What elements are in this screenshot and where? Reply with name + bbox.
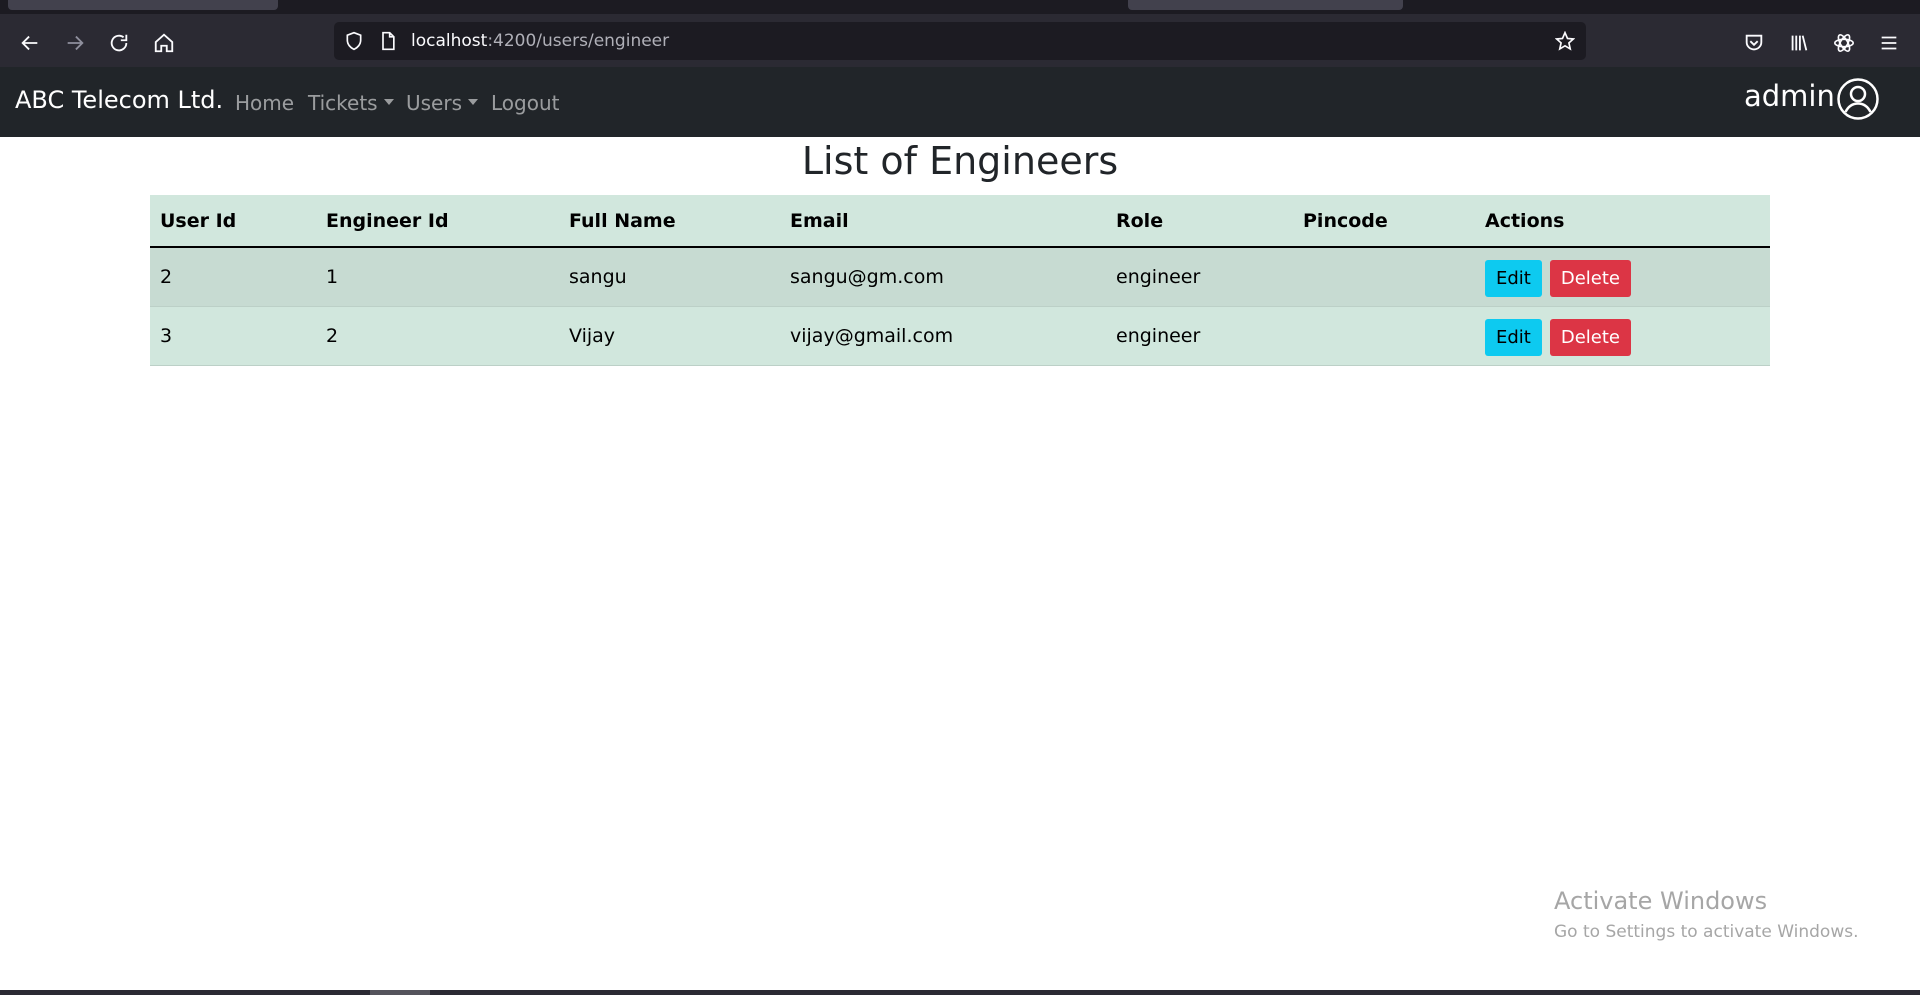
scrollbar-thumb[interactable]	[370, 990, 430, 995]
edit-button[interactable]: Edit	[1485, 260, 1542, 298]
cell-actions: Edit Delete	[1475, 247, 1770, 306]
column-header-pincode: Pincode	[1293, 195, 1475, 248]
horizontal-scrollbar[interactable]	[0, 990, 1920, 995]
cell-user-id: 2	[160, 265, 173, 288]
browser-tab[interactable]	[1128, 0, 1403, 10]
table-row: 2 1 sangu sangu@gm.com engineer Edit Dele…	[150, 247, 1770, 306]
activate-windows-subtitle: Go to Settings to activate Windows.	[1554, 922, 1859, 942]
library-icon[interactable]	[1784, 28, 1814, 58]
chevron-down-icon	[383, 98, 394, 105]
forward-icon[interactable]	[60, 28, 90, 58]
browser-toolbar: localhost:4200/users/engineer	[0, 14, 1920, 67]
column-header-user-id: User Id	[150, 195, 316, 248]
nav-home-link[interactable]: Home	[235, 91, 294, 115]
url-bar[interactable]: localhost:4200/users/engineer	[334, 22, 1586, 60]
cell-full-name: Vijay	[569, 324, 616, 347]
extension-icon[interactable]	[1829, 28, 1859, 58]
shield-icon[interactable]	[344, 31, 364, 51]
browser-tab-strip	[0, 0, 1920, 14]
column-header-full-name: Full Name	[559, 195, 780, 248]
reload-icon[interactable]	[104, 28, 134, 58]
url-text[interactable]: localhost:4200/users/engineer	[411, 31, 669, 51]
cell-engineer-id: 2	[326, 324, 339, 347]
cell-actions: Edit Delete	[1475, 306, 1770, 365]
cell-email: vijay@gmail.com	[790, 324, 954, 347]
menu-icon[interactable]	[1874, 28, 1904, 58]
cell-pincode	[1293, 247, 1475, 306]
user-avatar-icon[interactable]	[1836, 77, 1880, 121]
cell-role: engineer	[1116, 265, 1201, 288]
browser-tab[interactable]	[8, 0, 278, 10]
activate-windows-title: Activate Windows	[1554, 887, 1768, 915]
nav-users-dropdown[interactable]: Users	[406, 91, 479, 115]
pocket-icon[interactable]	[1739, 28, 1769, 58]
engineers-table: User Id Engineer Id Full Name Email Role…	[150, 195, 1770, 366]
nav-tickets-dropdown[interactable]: Tickets	[308, 91, 394, 115]
app-navbar: ABC Telecom Ltd. Home Tickets Users Logo…	[0, 67, 1920, 137]
home-icon[interactable]	[149, 28, 179, 58]
cell-full-name: sangu	[569, 265, 627, 288]
cell-pincode	[1293, 306, 1475, 365]
column-header-engineer-id: Engineer Id	[316, 195, 559, 248]
cell-engineer-id: 1	[326, 265, 339, 288]
url-path: :4200/users/engineer	[487, 31, 670, 51]
back-icon[interactable]	[15, 28, 45, 58]
table-row: 3 2 Vijay vijay@gmail.com engineer Edit D…	[150, 306, 1770, 365]
column-header-actions: Actions	[1475, 195, 1770, 248]
column-header-role: Role	[1106, 195, 1293, 248]
chevron-down-icon	[468, 98, 479, 105]
star-icon[interactable]	[1554, 30, 1576, 51]
user-name: admin	[1744, 79, 1835, 113]
delete-button[interactable]: Delete	[1549, 260, 1632, 298]
nav-tickets-label: Tickets	[308, 91, 378, 115]
cell-user-id: 3	[160, 324, 173, 347]
column-header-email: Email	[780, 195, 1106, 248]
cell-role: engineer	[1116, 324, 1201, 347]
page-icon[interactable]	[378, 31, 398, 51]
cell-email: sangu@gm.com	[790, 265, 944, 288]
engineers-table-container: User Id Engineer Id Full Name Email Role…	[150, 195, 1770, 366]
table-header-row: User Id Engineer Id Full Name Email Role…	[150, 195, 1770, 248]
brand-link[interactable]: ABC Telecom Ltd.	[15, 86, 223, 114]
nav-logout-link[interactable]: Logout	[491, 91, 559, 115]
url-host: localhost	[411, 31, 488, 51]
page-title: List of Engineers	[801, 139, 1119, 183]
edit-button[interactable]: Edit	[1485, 319, 1542, 356]
delete-button[interactable]: Delete	[1549, 319, 1632, 356]
nav-users-label: Users	[406, 91, 463, 115]
